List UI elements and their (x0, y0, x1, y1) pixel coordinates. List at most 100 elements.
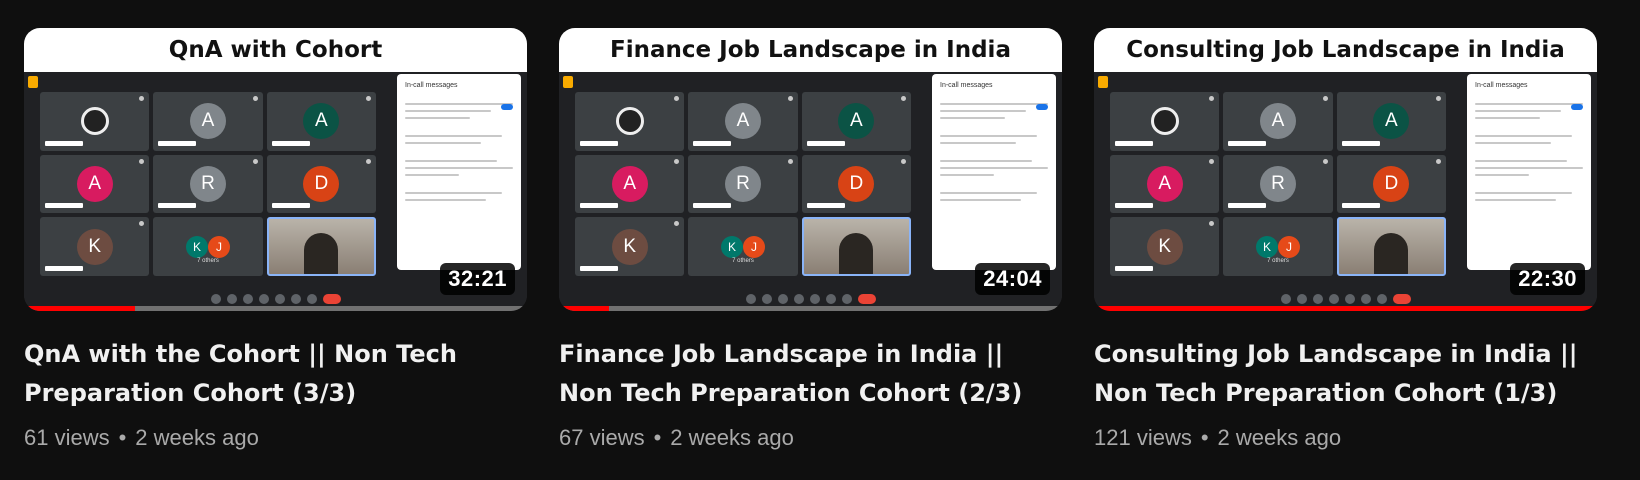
mic-off-icon (1209, 221, 1215, 227)
view-count: 121 views (1094, 425, 1192, 450)
mic-off-icon (787, 96, 793, 101)
participant-tile: R (1223, 154, 1333, 214)
participant-avatar: A (1259, 103, 1296, 140)
video-title[interactable]: QnA with the Cohort || Non Tech Preparat… (24, 335, 527, 413)
video-card[interactable]: Finance Job Landscape in India AAARDKKJ7… (559, 28, 1062, 451)
participant-avatar: R (189, 165, 226, 202)
participant-tile: D (801, 154, 911, 214)
mic-off-icon (139, 158, 145, 164)
participant-tile: A (1110, 154, 1220, 214)
video-grid: QnA with Cohort AAARDKKJ7 others In-call… (24, 28, 1597, 451)
mic-off-icon (901, 158, 906, 164)
mic-off-icon (366, 158, 371, 164)
chat-title: In-call messages (940, 82, 993, 89)
chat-title: In-call messages (405, 82, 458, 89)
participant-avatar: K (185, 235, 208, 258)
participant-grid: AAARDKKJ7 others (1110, 92, 1446, 276)
participant-tile: KJ7 others (1223, 217, 1333, 276)
participant-avatar: D (303, 165, 340, 202)
participant-tile: R (688, 154, 798, 214)
participant-tile (1336, 217, 1446, 276)
toggle-icon (1036, 104, 1048, 110)
participant-avatar: A (1373, 103, 1410, 140)
participant-grid: AAARDKKJ7 others (575, 92, 911, 276)
obs-logo-icon (80, 107, 109, 136)
mic-off-icon (674, 96, 680, 101)
recording-icon (563, 76, 573, 88)
video-title[interactable]: Consulting Job Landscape in India || Non… (1094, 335, 1597, 413)
participant-tile: A (153, 92, 263, 151)
participant-tile (801, 217, 911, 276)
watch-progress-fill (1094, 306, 1597, 311)
mic-off-icon (1322, 96, 1328, 101)
view-count: 61 views (24, 425, 110, 450)
participant-avatar: A (724, 103, 761, 140)
mic-off-icon (1436, 158, 1441, 164)
participant-tile (575, 92, 685, 151)
participant-tile: D (1336, 154, 1446, 214)
participant-tile (1110, 92, 1220, 151)
mic-off-icon (901, 96, 906, 101)
participant-avatar: A (838, 103, 875, 140)
toggle-icon (501, 104, 513, 110)
participant-avatar: A (303, 103, 340, 140)
participant-tile: KJ7 others (153, 217, 263, 276)
participant-tile (266, 217, 376, 276)
mic-off-icon (252, 96, 258, 101)
video-card[interactable]: QnA with Cohort AAARDKKJ7 others In-call… (24, 28, 527, 451)
others-label: 7 others (197, 258, 219, 264)
mic-off-icon (1209, 158, 1215, 164)
participant-avatar: A (76, 165, 113, 202)
participant-avatar: J (742, 235, 765, 258)
recording-icon (1098, 76, 1108, 88)
obs-logo-icon (615, 107, 644, 136)
participant-avatar: R (724, 165, 761, 202)
participant-tile: KJ7 others (688, 217, 798, 276)
mic-off-icon (1322, 158, 1328, 164)
obs-logo-icon (1150, 107, 1179, 136)
participant-avatar: K (1255, 235, 1278, 258)
mic-off-icon (787, 158, 793, 164)
mic-off-icon (674, 158, 680, 164)
participant-avatar: D (1373, 165, 1410, 202)
thumbnail-banner: QnA with Cohort (24, 28, 527, 72)
chat-title: In-call messages (1475, 82, 1528, 89)
video-thumbnail[interactable]: Consulting Job Landscape in India AAARDK… (1094, 28, 1597, 311)
participant-tile: A (688, 92, 798, 151)
participant-avatar: K (720, 235, 743, 258)
video-card[interactable]: Consulting Job Landscape in India AAARDK… (1094, 28, 1597, 451)
video-thumbnail[interactable]: Finance Job Landscape in India AAARDKKJ7… (559, 28, 1062, 311)
others-label: 7 others (1267, 258, 1289, 264)
participant-avatar: K (76, 228, 113, 265)
participant-tile: A (575, 154, 685, 214)
upload-age: 2 weeks ago (135, 425, 259, 450)
chat-panel: In-call messages (932, 74, 1056, 270)
watch-progress-fill (559, 306, 610, 311)
video-meta: 61 views • 2 weeks ago (24, 425, 527, 451)
meta-separator: • (118, 425, 127, 450)
participant-tile: A (1223, 92, 1333, 151)
watch-progress-bar (1094, 306, 1597, 311)
mic-off-icon (674, 221, 680, 227)
participant-avatar: A (611, 165, 648, 202)
participant-avatar: D (838, 165, 875, 202)
recording-icon (28, 76, 38, 88)
thumbnail-banner: Finance Job Landscape in India (559, 28, 1062, 72)
participant-tile (40, 92, 150, 151)
video-meta: 121 views • 2 weeks ago (1094, 425, 1597, 451)
mic-off-icon (252, 158, 258, 164)
presenter-video (1374, 232, 1409, 275)
participant-avatar: J (1277, 235, 1300, 258)
participant-tile: K (575, 217, 685, 276)
video-thumbnail[interactable]: QnA with Cohort AAARDKKJ7 others In-call… (24, 28, 527, 311)
watch-progress-bar (24, 306, 527, 311)
participant-tile: A (801, 92, 911, 151)
participant-tile: A (1336, 92, 1446, 151)
participant-tile: A (40, 154, 150, 214)
toggle-icon (1571, 104, 1583, 110)
others-label: 7 others (732, 258, 754, 264)
presenter-video (304, 232, 339, 275)
upload-age: 2 weeks ago (1217, 425, 1342, 450)
video-title[interactable]: Finance Job Landscape in India || Non Te… (559, 335, 1062, 413)
chat-panel: In-call messages (1467, 74, 1591, 270)
